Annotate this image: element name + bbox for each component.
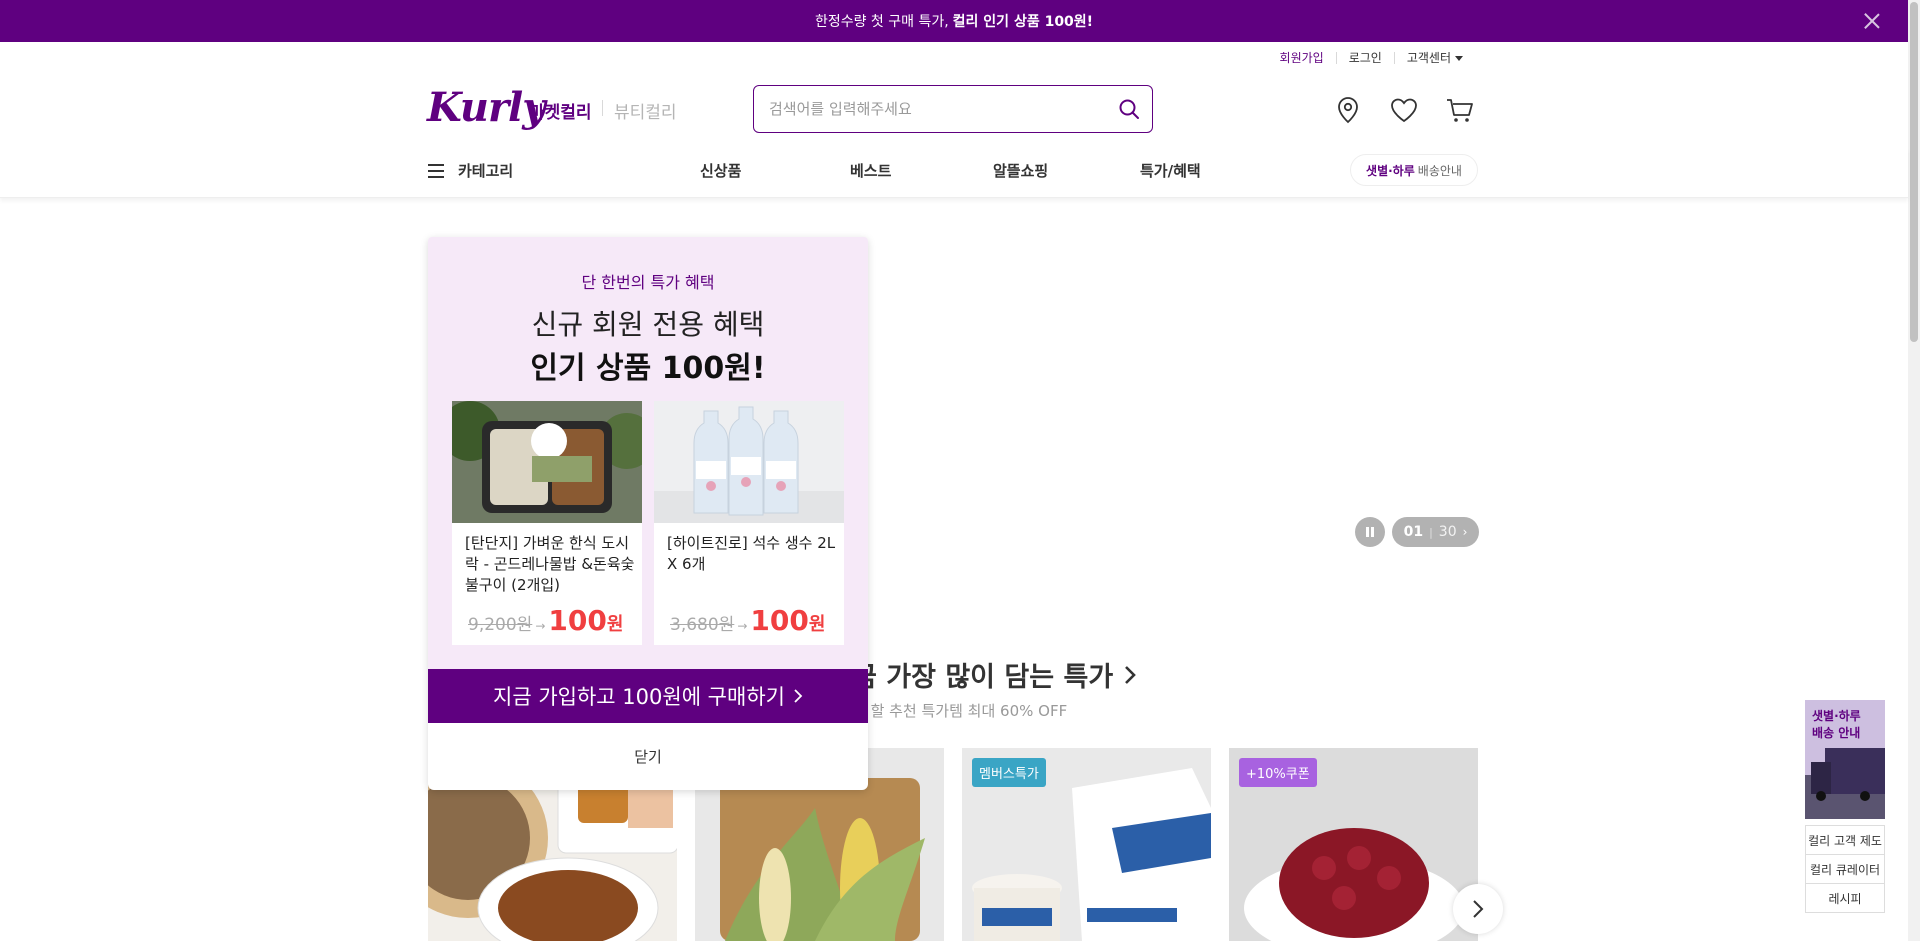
nav-item-best[interactable]: 베스트	[850, 160, 891, 181]
page-scrollbar[interactable]	[1908, 0, 1920, 941]
quick-link-curator[interactable]: 컬리 큐레이터	[1806, 854, 1884, 883]
product-card[interactable]: +10%쿠폰	[1229, 748, 1478, 941]
coupon-badge: +10%쿠폰	[1239, 758, 1317, 787]
quick-links: 컬리 고객 제도 컬리 큐레이터 레시피	[1805, 825, 1885, 913]
util-links: 회원가입 로그인 고객센터	[1268, 52, 1475, 64]
delivery-guide-text: 샛별·하루 배송 안내	[1812, 709, 1861, 740]
original-price: 3,680원	[670, 615, 735, 635]
popup-headline: 신규 회원 전용 혜택	[531, 308, 765, 341]
kurly-logo[interactable]: Kurly	[427, 84, 545, 131]
popup-product-name: [하이트진로] 석수 생수 2L X 6개	[667, 534, 836, 573]
category-label: 카테고리	[458, 162, 514, 180]
product-card[interactable]: 멤버스특가	[962, 748, 1211, 941]
delivery-guide-banner[interactable]: 샛별·하루 배송 안내	[1805, 700, 1885, 819]
delivery-bold: 샛별·하루	[1366, 163, 1415, 178]
signup-cta-button[interactable]: 지금 가입하고 100원에 구매하기	[428, 669, 868, 723]
main-nav: 카테고리 신상품 베스트 알뜰쇼핑 특가/혜택 샛별·하루 배송안내	[0, 148, 1908, 198]
popup-close-button[interactable]: 닫기	[428, 723, 868, 790]
search-input[interactable]	[769, 86, 1109, 132]
delivery-label: 배송안내	[1417, 163, 1462, 178]
tab-divider	[602, 100, 603, 116]
popup-product-card[interactable]: [탄단지] 가벼운 한식 도시락 - 곤드레나물밥 &돈육숯불구이 (2개입) …	[452, 401, 642, 645]
cart-icon[interactable]	[1444, 94, 1476, 126]
badge-label: 멤버스특가	[979, 767, 1039, 782]
member-deal-badge: 멤버스특가	[972, 758, 1046, 787]
top-banner-bold-text: 컬리 인기 상품 100원!	[952, 14, 1094, 30]
carousel-counter[interactable]: 01 | 30 ›	[1392, 517, 1479, 547]
lunchbox-product-image	[452, 401, 642, 523]
nav-item-new[interactable]: 신상품	[700, 160, 741, 181]
hamburger-icon	[428, 163, 444, 178]
search-icon[interactable]	[1118, 98, 1140, 120]
caret-down-icon	[1455, 56, 1463, 61]
badge-label: +10%쿠폰	[1246, 767, 1310, 782]
carousel-pause-button[interactable]	[1355, 517, 1385, 547]
popup-product-price: 9,200원 → 100 원	[468, 604, 623, 637]
popup-headline-bold: 인기 상품 100원!	[530, 351, 766, 386]
tab-beauty-kurly[interactable]: 뷰티컬리	[614, 98, 677, 123]
carousel-current: 01	[1403, 524, 1424, 540]
scrollbar-thumb[interactable]	[1910, 2, 1918, 342]
nav-item-bargain[interactable]: 알뜰쇼핑	[993, 160, 1048, 181]
heart-icon[interactable]	[1388, 94, 1420, 126]
cta-label: 지금 가입하고 100원에 구매하기	[493, 685, 785, 709]
customer-center-link[interactable]: 고객센터	[1393, 51, 1475, 65]
arrow-right-icon: →	[535, 619, 546, 633]
sale-price: 100	[548, 604, 607, 637]
nav-item-deals[interactable]: 특가/혜택	[1140, 160, 1201, 181]
popup-body: 단 한번의 특가 혜택 신규 회원 전용 혜택 인기 상품 100원! [탄단지…	[428, 237, 868, 669]
carousel-next-button[interactable]	[1453, 884, 1503, 934]
delivery-info-pill[interactable]: 샛별·하루 배송안내	[1350, 154, 1478, 186]
water-product-image	[654, 401, 844, 523]
section-title-text: 금 가장 많이 담는 특가	[852, 662, 1114, 693]
original-price: 9,200원	[468, 615, 533, 635]
close-icon[interactable]	[1862, 11, 1882, 31]
login-link[interactable]: 로그인	[1335, 52, 1394, 64]
price-unit: 원	[606, 614, 624, 635]
customer-center-label: 고객센터	[1406, 51, 1451, 65]
carousel-total: 30	[1438, 524, 1457, 540]
chevron-right-icon	[794, 689, 803, 703]
quick-link-recipe[interactable]: 레시피	[1806, 883, 1884, 912]
search-box	[753, 85, 1153, 133]
popup-product-name: [탄단지] 가벼운 한식 도시락 - 곤드레나물밥 &돈육숯불구이 (2개입)	[465, 534, 635, 594]
quick-menu: 샛별·하루 배송 안내 컬리 고객 제도 컬리 큐레이터 레시피	[1805, 700, 1885, 913]
counter-separator: |	[1429, 525, 1433, 539]
top-promo-banner[interactable]: 한정수량 첫 구매 특가, 컬리 인기 상품 100원!	[0, 0, 1908, 42]
price-unit: 원	[808, 614, 826, 635]
section-subtitle: 야 할 추천 특가템 최대 60% OFF	[852, 702, 1068, 720]
popup-product-price: 3,680원 → 100 원	[670, 604, 825, 637]
chevron-right-icon: ›	[1462, 525, 1468, 539]
category-menu[interactable]: 카테고리	[428, 160, 513, 181]
signup-promo-popup: 단 한번의 특가 혜택 신규 회원 전용 혜택 인기 상품 100원! [탄단지…	[428, 237, 868, 790]
section-title[interactable]: 금 가장 많이 담는 특가	[852, 655, 1137, 694]
popup-eyebrow: 단 한번의 특가 혜택	[581, 273, 715, 292]
quick-link-grade[interactable]: 컬리 고객 제도	[1806, 825, 1884, 854]
chevron-right-icon	[1473, 900, 1484, 918]
location-pin-icon[interactable]	[1332, 94, 1364, 126]
popup-product-card[interactable]: [하이트진로] 석수 생수 2L X 6개 3,680원 → 100 원	[654, 401, 844, 645]
sale-price: 100	[750, 604, 809, 637]
top-banner-text: 한정수량 첫 구매 특가,	[814, 14, 949, 30]
signup-link[interactable]: 회원가입	[1268, 52, 1336, 64]
chevron-right-icon	[1125, 665, 1137, 684]
arrow-right-icon: →	[737, 619, 748, 633]
tab-market-kurly[interactable]: 마켓컬리	[529, 98, 592, 123]
